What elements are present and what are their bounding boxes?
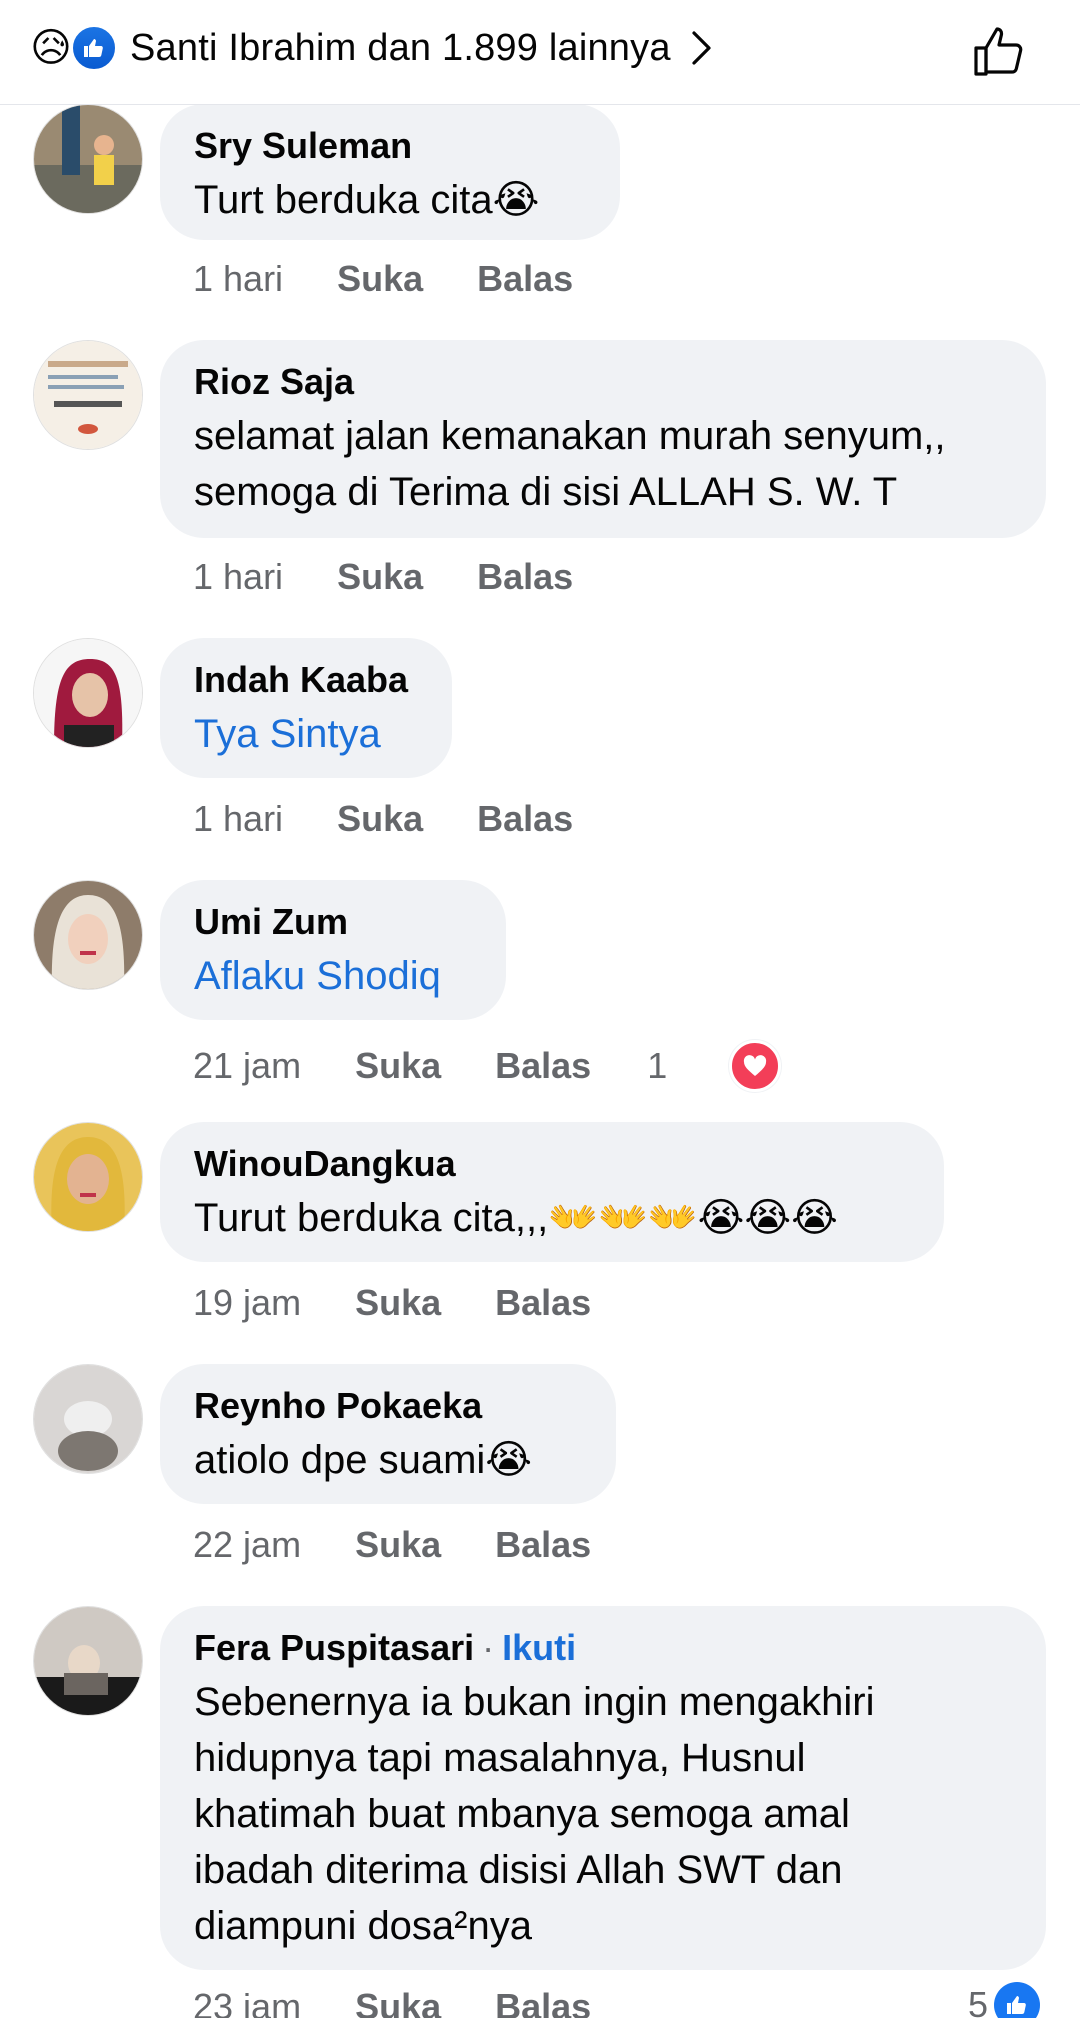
separator-dot: · xyxy=(482,1627,495,1668)
comment-time[interactable]: 19 jam xyxy=(193,1282,301,1324)
reactions-header: 😥 Santi Ibrahim dan 1.899 lainnya xyxy=(0,0,1080,105)
comment-time[interactable]: 21 jam xyxy=(193,1045,301,1087)
bottom-edge xyxy=(0,2018,1080,2038)
comment-bubble[interactable]: Indah Kaaba Tya Sintya xyxy=(160,638,452,778)
comment-text-line: semoga di Terima di sisi ALLAH S. W. T xyxy=(194,470,898,514)
reaction-count[interactable]: 1 xyxy=(647,1040,835,1092)
like-button-icon[interactable] xyxy=(970,22,1028,80)
like-comment-button[interactable]: Suka xyxy=(337,798,423,840)
follow-button[interactable]: Ikuti xyxy=(502,1627,576,1668)
avatar[interactable] xyxy=(33,1364,143,1474)
comment-text: atiolo dpe suami😭 xyxy=(194,1438,533,1482)
avatar[interactable] xyxy=(33,1122,143,1232)
comment-author[interactable]: Indah Kaaba xyxy=(194,658,418,702)
reply-button[interactable]: Balas xyxy=(477,798,573,840)
comment-actions: 1 hari Suka Balas xyxy=(193,258,627,300)
avatar[interactable] xyxy=(33,104,143,214)
comment-text-line: hidupnya tapi masalahnya, Husnul xyxy=(194,1736,806,1780)
tagged-user-link[interactable]: Aflaku Shodiq xyxy=(194,948,472,1004)
reactions-summary-button[interactable]: 😥 Santi Ibrahim dan 1.899 lainnya xyxy=(28,20,713,76)
comment-text-line: Sebenernya ia bukan ingin mengakhiri xyxy=(194,1680,875,1724)
comment-text: selamat jalan kemanakan murah senyum,, s… xyxy=(194,408,1012,520)
like-comment-button[interactable]: Suka xyxy=(355,1524,441,1566)
comment-time[interactable]: 1 hari xyxy=(193,798,283,840)
sad-reaction-icon: 😥 xyxy=(30,26,72,70)
comment-time[interactable]: 1 hari xyxy=(193,556,283,598)
comment-text-line: khatimah buat mbanya semoga amal xyxy=(194,1792,850,1836)
reply-button[interactable]: Balas xyxy=(495,1045,591,1087)
comment-actions: 1 hari Suka Balas xyxy=(193,556,627,598)
comment-author[interactable]: Umi Zum xyxy=(194,900,472,944)
avatar[interactable] xyxy=(33,340,143,450)
like-comment-button[interactable]: Suka xyxy=(355,1282,441,1324)
tagged-user-link[interactable]: Tya Sintya xyxy=(194,706,418,762)
comment-text: Turt berduka cita😭 xyxy=(194,178,540,222)
comment-text-line: ibadah diterima disisi Allah SWT dan xyxy=(194,1848,843,1892)
comment-time[interactable]: 22 jam xyxy=(193,1524,301,1566)
avatar[interactable] xyxy=(33,1606,143,1716)
comment-author[interactable]: Fera Puspitasari xyxy=(194,1627,474,1668)
comment-actions: 19 jam Suka Balas xyxy=(193,1282,645,1324)
comment-bubble[interactable]: Sry Suleman Turt berduka cita😭 xyxy=(160,104,620,240)
chevron-right-icon xyxy=(692,31,711,65)
comment-bubble[interactable]: Reynho Pokaeka atiolo dpe suami😭 xyxy=(160,1364,616,1504)
comment-author[interactable]: Rioz Saja xyxy=(194,360,1012,404)
comment-bubble[interactable]: Fera Puspitasari · Ikuti Sebenernya ia buk… xyxy=(160,1606,1046,1970)
comment-author[interactable]: Reynho Pokaeka xyxy=(194,1384,582,1428)
reactions-text: Santi Ibrahim dan 1.899 lainnya xyxy=(130,26,671,69)
comment-text: Sebenernya ia bukan ingin mengakhiri hid… xyxy=(194,1674,1012,1954)
comment-actions: 1 hari Suka Balas xyxy=(193,798,627,840)
comment-actions: 22 jam Suka Balas xyxy=(193,1524,645,1566)
like-comment-button[interactable]: Suka xyxy=(337,258,423,300)
reply-button[interactable]: Balas xyxy=(477,258,573,300)
comment-bubble[interactable]: Umi Zum Aflaku Shodiq xyxy=(160,880,506,1020)
avatar[interactable] xyxy=(33,880,143,990)
like-reaction-icon xyxy=(70,24,118,72)
like-comment-button[interactable]: Suka xyxy=(355,1045,441,1087)
comment-author[interactable]: WinouDangkua xyxy=(194,1142,910,1186)
comment-bubble[interactable]: WinouDangkua Turut berduka cita,,,👐👐👐😭😭😭 xyxy=(160,1122,944,1262)
comment-author-line: Fera Puspitasari · Ikuti xyxy=(194,1626,1012,1670)
comment-author[interactable]: Sry Suleman xyxy=(194,124,586,168)
avatar[interactable] xyxy=(33,638,143,748)
comment-bubble[interactable]: Rioz Saja selamat jalan kemanakan murah … xyxy=(160,340,1046,538)
comment-text-line: diampuni dosa²nya xyxy=(194,1904,532,1948)
comment-text-line: selamat jalan kemanakan murah senyum,, xyxy=(194,414,946,458)
comment-text: Turut berduka cita,,,👐👐👐😭😭😭 xyxy=(194,1196,838,1240)
reply-button[interactable]: Balas xyxy=(477,556,573,598)
heart-icon xyxy=(729,1040,782,1092)
reply-button[interactable]: Balas xyxy=(495,1282,591,1324)
reply-button[interactable]: Balas xyxy=(495,1524,591,1566)
comment-actions: 21 jam Suka Balas 1 xyxy=(193,1040,835,1092)
reaction-count-number: 1 xyxy=(647,1045,668,1086)
like-comment-button[interactable]: Suka xyxy=(337,556,423,598)
comment-time[interactable]: 1 hari xyxy=(193,258,283,300)
